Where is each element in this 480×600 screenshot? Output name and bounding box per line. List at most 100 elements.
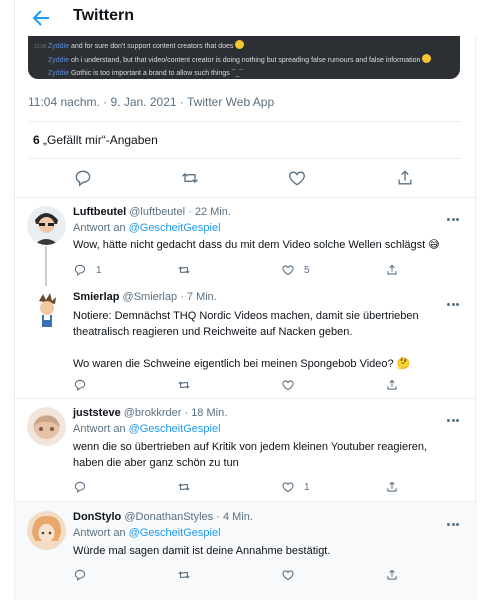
tweet-text: Würde mal sagen damit ist deine Annahme … (73, 545, 331, 557)
chat-username: Zyddie (48, 70, 70, 77)
relative-time[interactable]: · 18 Min. (184, 407, 227, 419)
reply-count: 1 (96, 264, 102, 276)
reply-context: Antwort an @GescheitGespiel (73, 423, 221, 435)
user-handle[interactable]: @luftbeutel (129, 206, 185, 218)
like-heart-icon (282, 482, 294, 493)
relative-time[interactable]: · 4 Min. (216, 511, 253, 523)
reply-header: Luftbeutel @luftbeutel · 22 Min. (73, 206, 231, 218)
display-name[interactable]: Luftbeutel (73, 206, 126, 218)
tweet-text: wenn die so übertrieben auf Kritik von j… (73, 441, 428, 469)
relative-time[interactable]: · 7 Min. (180, 291, 217, 303)
divider (15, 398, 477, 399)
divider (28, 121, 461, 122)
reply-action[interactable] (73, 478, 96, 496)
chat-message: Zyddie Gothic is too important a brand t… (34, 67, 460, 79)
user-handle[interactable]: @DonathanStyles (124, 511, 213, 523)
tweet-timestamp[interactable]: 11:04 nachm. · 9. Jan. 2021 · Twitter We… (28, 95, 274, 109)
tweet-actions: 1 5 (73, 261, 465, 279)
main-tweet-actions (15, 166, 477, 190)
share-action[interactable] (385, 478, 408, 496)
retweet-action[interactable] (177, 376, 200, 394)
reply-to-link[interactable]: @GescheitGespiel (129, 222, 221, 234)
share-icon (387, 379, 397, 390)
more-options-icon[interactable] (447, 293, 461, 306)
avatar[interactable] (27, 407, 66, 446)
retweet-action[interactable] (177, 478, 200, 496)
like-action[interactable]: 5 (281, 261, 310, 279)
reply-header: DonStylo @DonathanStyles · 4 Min. (73, 511, 253, 523)
retweet-action[interactable] (177, 261, 200, 279)
retweet-action[interactable] (177, 566, 200, 584)
retweet-icon (178, 571, 190, 579)
reply-tweet[interactable]: Smierlap @Smierlap · 7 Min. Notiere: Dem… (15, 291, 477, 401)
chat-message: Zyddie oh i understand, but that video/c… (34, 54, 460, 67)
reply-header: Smierlap @Smierlap · 7 Min. (73, 291, 217, 303)
retweet-icon (178, 483, 190, 491)
tweet-text: Notiere: Demnächst THQ Nordic Videos mac… (73, 310, 419, 370)
reply-icon (74, 481, 86, 494)
more-options-icon[interactable] (447, 208, 461, 221)
user-handle[interactable]: @brokkrder (124, 407, 182, 419)
relative-time[interactable]: · 22 Min. (188, 206, 231, 218)
avatar[interactable] (27, 291, 66, 330)
smile-emoji-icon (235, 40, 245, 49)
reply-action[interactable] (73, 566, 96, 584)
back-arrow-icon[interactable] (29, 6, 53, 30)
like-heart-icon (282, 265, 294, 276)
reply-tweet[interactable]: juststeve @brokkrder · 18 Min. Antwort a… (15, 407, 477, 499)
tweet-text: Wow, hätte nicht gedacht dass du mit dem… (73, 239, 440, 251)
chat-text: and for sure don't support content creat… (70, 43, 234, 50)
retweet-icon (178, 381, 190, 389)
retweet-icon (178, 266, 190, 274)
display-name[interactable]: DonStylo (73, 511, 121, 523)
tweet-actions (73, 566, 465, 584)
display-name[interactable]: juststeve (73, 407, 121, 419)
likes-label: „Gefällt mir“-Angaben (43, 133, 158, 147)
reply-to-link[interactable]: @GescheitGespiel (129, 527, 221, 539)
like-count: 1 (304, 481, 310, 493)
user-handle[interactable]: @Smierlap (123, 291, 178, 303)
reply-context: Antwort an @GescheitGespiel (73, 222, 221, 234)
reply-action[interactable]: 1 (73, 261, 102, 279)
reply-icon (74, 379, 86, 392)
share-icon (387, 481, 397, 492)
like-heart-icon[interactable] (287, 168, 307, 188)
reply-icon[interactable] (73, 168, 93, 188)
share-action[interactable] (385, 376, 408, 394)
tweet-actions (73, 376, 465, 394)
reply-tweet[interactable]: Luftbeutel @luftbeutel · 22 Min. Antwort… (15, 206, 477, 286)
like-heart-icon (282, 570, 294, 581)
reply-tweet[interactable]: DonStylo @DonathanStyles · 4 Min. Antwor… (15, 511, 477, 591)
sad-emoji-icon (422, 54, 432, 63)
share-action[interactable] (385, 261, 408, 279)
chat-text: Gothic is too important a brand to allow… (70, 70, 244, 77)
like-action[interactable]: 1 (281, 478, 310, 496)
page-title: Twittern (73, 7, 135, 24)
retweet-icon[interactable] (180, 168, 200, 188)
avatar[interactable] (27, 206, 66, 245)
chat-message: 12:36Zyddie and for sure don't support c… (34, 40, 460, 54)
tweet-detail-column: Twittern 12:36 Zyddie and for sure don't … (14, 0, 477, 600)
chat-timestamp: 12:36 (34, 44, 47, 50)
avatar[interactable] (27, 511, 66, 550)
more-options-icon[interactable] (447, 513, 461, 526)
likes-count: 6 (33, 133, 40, 147)
display-name[interactable]: Smierlap (73, 291, 119, 303)
likes-summary[interactable]: 6 „Gefällt mir“-Angaben (33, 133, 158, 147)
share-icon[interactable] (395, 168, 415, 188)
share-icon (387, 264, 397, 275)
like-action[interactable] (281, 566, 304, 584)
share-icon (387, 569, 397, 580)
reply-to-link[interactable]: @GescheitGespiel (129, 423, 221, 435)
embedded-chat-image[interactable]: 12:36 Zyddie and for sure don't support c… (28, 36, 460, 79)
reply-action[interactable] (73, 376, 96, 394)
divider (28, 158, 461, 159)
more-options-icon[interactable] (447, 409, 461, 422)
reply-header: juststeve @brokkrder · 18 Min. (73, 407, 227, 419)
share-action[interactable] (385, 566, 408, 584)
like-count: 5 (304, 264, 310, 276)
reply-icon (74, 569, 86, 582)
divider (15, 197, 477, 198)
reply-context: Antwort an @GescheitGespiel (73, 527, 221, 539)
like-action[interactable] (281, 376, 304, 394)
